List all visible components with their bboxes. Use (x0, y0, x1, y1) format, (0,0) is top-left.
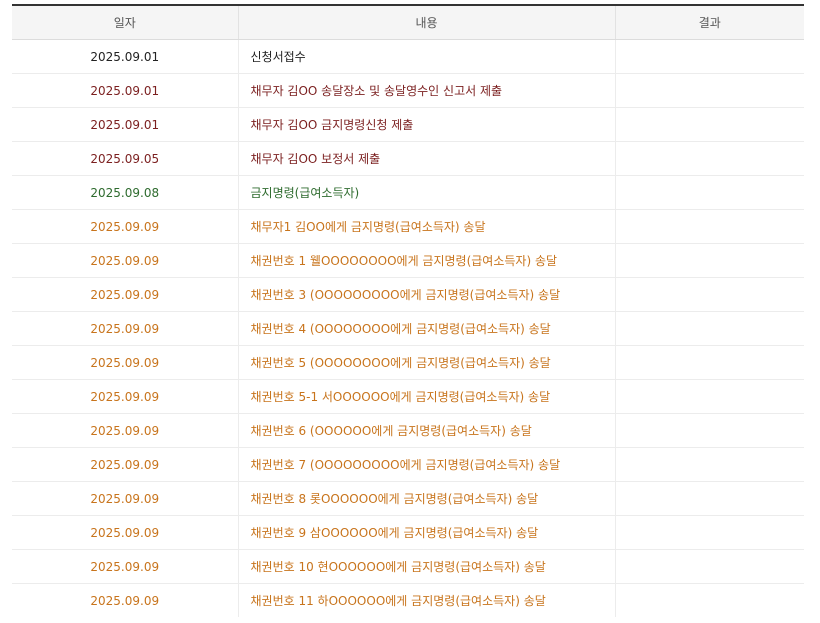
table-row: 2025.09.09 채권번호 3 (OOOOOOOOO에게 금지명령(급여소득자… (12, 277, 804, 312)
row-content: 신청서접수 (237, 39, 615, 74)
row-date: 2025.09.01 (12, 39, 238, 74)
header-row: 일자 내용 결과 (12, 4, 804, 40)
row-result (614, 277, 804, 312)
row-result (614, 447, 804, 482)
row-content: 채무자 김OO 송달장소 및 송달영수인 신고서 제출 (237, 73, 615, 108)
row-content: 채권번호 6 (OOOOOO에게 금지명령(급여소득자) 송달 (237, 413, 615, 448)
table-row: 2025.09.01 채무자 김OO 금지명령신청 제출 (12, 107, 804, 142)
table-row: 2025.09.01 채무자 김OO 송달장소 및 송달영수인 신고서 제출 (12, 73, 804, 108)
row-result (614, 345, 804, 380)
row-result (614, 379, 804, 414)
row-date: 2025.09.01 (12, 73, 238, 108)
row-date: 2025.09.09 (12, 311, 238, 346)
row-date: 2025.09.09 (90, 593, 160, 608)
table-row: 2025.09.09 채권번호 1 웰OOOOOOOO에게 금지명령(급여소득자)… (12, 243, 804, 278)
row-date: 2025.09.09 (12, 481, 238, 516)
case-progress-table-wrapper: 일자 내용 결과 2025.09.01 신청서접수 2025.09.01 채무자 김O… (12, 4, 804, 617)
row-date: 2025.09.05 (12, 141, 238, 176)
row-content: 채무자 김OO 보정서 제출 (237, 141, 615, 176)
table-row: 2025.09.01 신청서접수 (12, 39, 804, 74)
row-content: 채권번호 10 현OOOOOO에게 금지명령(급여소득자) 송달 (237, 549, 615, 584)
row-content: 채권번호 5 (OOOOOOOO에게 금지명령(급여소득자) 송달 (237, 345, 615, 380)
row-result (614, 549, 804, 584)
row-content: 채무자1 김OO에게 금지명령(급여소득자) 송달 (237, 209, 615, 244)
row-date: 2025.09.08 (12, 175, 238, 210)
row-result (614, 73, 804, 108)
table-row: 2025.09.08 금지명령(급여소득자) (12, 175, 804, 210)
row-content: 채권번호 9 삼OOOOOO에게 금지명령(급여소득자) 송달 (237, 515, 615, 550)
row-content: 채권번호 8 롯OOOOOO에게 금지명령(급여소득자) 송달 (237, 481, 615, 516)
table-row: 2025.09.09 채권번호 4 (OOOOOOOO에게 금지명령(급여소득자)… (12, 311, 804, 346)
row-content: 채권번호 4 (OOOOOOOO에게 금지명령(급여소득자) 송달 (237, 311, 615, 346)
row-date: 2025.09.09 (12, 413, 238, 448)
table-row: 2025.09.09 채권번호 9 삼OOOOOO에게 금지명령(급여소득자) 송… (12, 515, 804, 550)
header-date: 일자 (12, 4, 238, 40)
table-row: 2025.09.09 채무자1 김OO에게 금지명령(급여소득자) 송달 (12, 209, 804, 244)
table-row: 2025.09.09 채권번호 7 (OOOOOOOOO에게 금지명령(급여소득자… (12, 447, 804, 482)
row-result (614, 311, 804, 346)
row-result (614, 107, 804, 142)
table-row: 2025.09.09 채권번호 6 (OOOOOO에게 금지명령(급여소득자) 송… (12, 413, 804, 448)
row-content: 채권번호 7 (OOOOOOOOO에게 금지명령(급여소득자) 송달 (237, 447, 615, 482)
row-date: 2025.09.09 (12, 345, 238, 380)
row-content: 채권번호 5-1 서OOOOOO에게 금지명령(급여소득자) 송달 (237, 379, 615, 414)
row-date: 2025.09.09 (12, 243, 238, 278)
row-content: 채권번호 11 하OOOOOO에게 금지명령(급여소득자) 송달 (237, 583, 615, 617)
table-row: 2025.09.09 채권번호 10 현OOOOOO에게 금지명령(급여소득자) … (12, 549, 804, 584)
table-row: 2025.09.09 채권번호 8 롯OOOOOO에게 금지명령(급여소득자) 송… (12, 481, 804, 516)
row-result (614, 39, 804, 74)
row-date: 2025.09.09 (12, 549, 238, 584)
case-progress-table: 일자 내용 결과 2025.09.01 신청서접수 2025.09.01 채무자 김O… (12, 4, 804, 617)
row-result (614, 413, 804, 448)
row-result (614, 141, 804, 176)
table-row: 2025.09.05 채무자 김OO 보정서 제출 (12, 141, 804, 176)
row-result (614, 481, 804, 516)
row-result (614, 515, 804, 550)
table-body: 2025.09.01 신청서접수 2025.09.01 채무자 김OO 송달장소 및 … (12, 39, 804, 617)
header-result: 결과 (614, 4, 804, 40)
row-date: 2025.09.09 (12, 277, 238, 312)
row-content: 채권번호 3 (OOOOOOOOO에게 금지명령(급여소득자) 송달 (237, 277, 615, 312)
row-content: 채권번호 1 웰OOOOOOOO에게 금지명령(급여소득자) 송달 (237, 243, 615, 278)
row-result (614, 175, 804, 210)
table-row: 2025.09.09 채권번호 5-1 서OOOOOO에게 금지명령(급여소득자)… (12, 379, 804, 414)
row-content: 채무자 김OO 금지명령신청 제출 (237, 107, 615, 142)
row-date: 2025.09.09 (12, 447, 238, 482)
table-header: 일자 내용 결과 (12, 4, 804, 40)
row-date: 2025.09.01 (12, 107, 238, 142)
row-date: 2025.09.09 (12, 515, 238, 550)
row-date: 2025.09.09 (12, 379, 238, 414)
row-result (614, 243, 804, 278)
row-content: 금지명령(급여소득자) (237, 175, 615, 210)
table-row: 2025.09.09 채권번호 11 하OOOOOO에게 금지명령(급여소득자) … (12, 583, 804, 617)
header-content: 내용 (237, 4, 615, 40)
row-date: 2025.09.09 (12, 209, 238, 244)
table-row: 2025.09.09 채권번호 5 (OOOOOOOO에게 금지명령(급여소득자)… (12, 345, 804, 380)
row-result (614, 209, 804, 244)
row-result (614, 583, 804, 617)
